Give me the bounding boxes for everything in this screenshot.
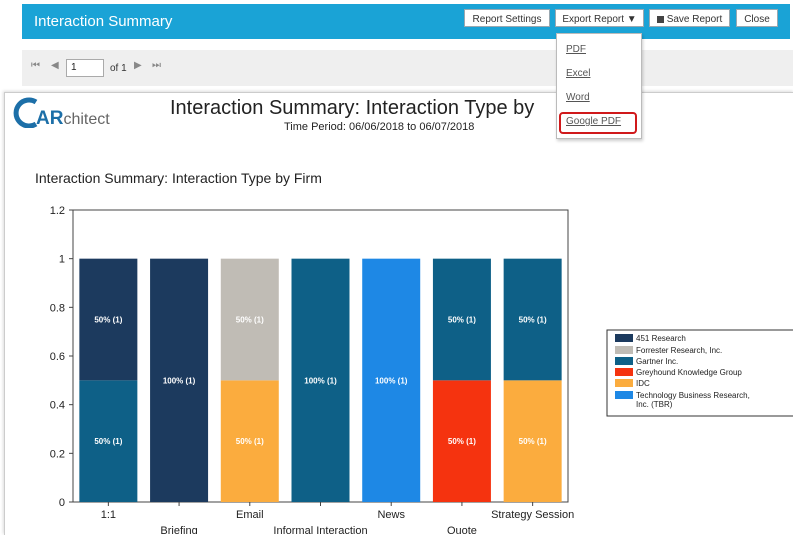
highlight-box	[559, 112, 637, 134]
report-viewer	[4, 92, 793, 535]
first-page-icon[interactable]: ⏮	[31, 60, 40, 71]
time-period: Time Period: 06/06/2018 to 06/07/2018	[284, 121, 475, 133]
save-icon	[656, 16, 664, 23]
window-title: Interaction Summary	[34, 13, 173, 30]
export-pdf-option[interactable]: PDF	[566, 44, 586, 55]
pager-toolbar: ⏮ ◀ 1 of 1 ▶ ⏭	[22, 50, 793, 86]
next-page-icon[interactable]: ▶	[134, 60, 142, 71]
report-title: Interaction Summary: Interaction Type by	[170, 97, 535, 119]
page-number-input[interactable]: 1	[66, 59, 104, 77]
previous-page-icon[interactable]: ◀	[51, 60, 59, 71]
export-report-button[interactable]: Export Report ▼	[555, 9, 644, 27]
export-excel-option[interactable]: Excel	[566, 68, 590, 79]
architect-logo: ARchitect	[13, 97, 110, 128]
last-page-icon[interactable]: ⏭	[152, 60, 161, 71]
export-menu: PDF Excel Word Google PDF	[556, 33, 642, 139]
report-settings-button[interactable]: Report Settings	[464, 9, 550, 27]
page-count-label: of 1	[110, 63, 127, 74]
export-word-option[interactable]: Word	[566, 92, 590, 103]
logo-arc-icon	[13, 97, 38, 128]
save-report-label: Save Report	[666, 14, 723, 25]
close-button[interactable]: Close	[736, 9, 778, 27]
save-report-button[interactable]: Save Report	[649, 9, 730, 27]
logo-text: ARchitect	[36, 108, 110, 128]
chart-title: Interaction Summary: Interaction Type by…	[35, 170, 322, 186]
